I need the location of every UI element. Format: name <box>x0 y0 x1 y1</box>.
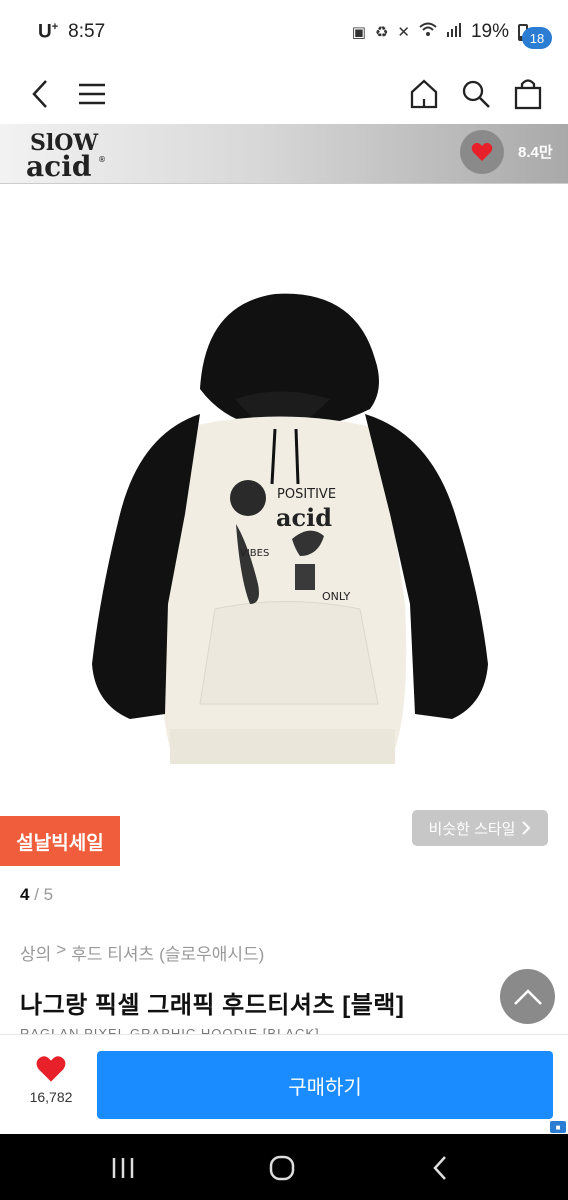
breadcrumb-separator: > <box>56 940 67 959</box>
print-text-acid: acid <box>276 503 332 532</box>
chevron-right-icon <box>522 821 531 835</box>
menu-button[interactable] <box>70 72 114 116</box>
breadcrumb-item-brand[interactable]: (슬로우애시드) <box>159 940 264 965</box>
brand-like-count: 8.4만 <box>518 144 553 161</box>
carrier-name: U <box>38 21 52 43</box>
product-image[interactable]: POSITIVE acid VIBES ONLY <box>0 184 568 864</box>
breadcrumb-item-top[interactable]: 상의 <box>20 940 51 965</box>
like-count: 16,782 <box>29 1089 73 1105</box>
brand-bar[interactable]: SlOW acid ® 8.4만 <box>0 124 568 184</box>
top-nav-bar <box>0 64 568 124</box>
print-text-only: ONLY <box>322 590 351 603</box>
hamburger-menu-icon <box>79 83 105 105</box>
chevron-left-icon <box>32 80 47 108</box>
scroll-to-top-button[interactable] <box>500 969 555 1024</box>
wifi-icon <box>419 22 437 42</box>
back-button[interactable] <box>18 72 62 116</box>
chevron-up-icon <box>513 988 542 1005</box>
signal-icon <box>446 22 462 42</box>
pager-separator: / <box>34 885 39 904</box>
carrier-sup: + <box>51 20 59 33</box>
info-badge-icon: ■ <box>550 1121 566 1133</box>
system-back-button[interactable] <box>420 1148 460 1188</box>
heart-icon <box>471 142 493 161</box>
recycle-icon: ♻ <box>374 24 389 41</box>
mute-icon: ✕ <box>397 24 410 41</box>
similar-style-label: 비슷한 스타일 <box>428 820 516 838</box>
print-text-positive: POSITIVE <box>277 487 336 502</box>
home-circle-icon <box>269 1155 295 1181</box>
print-text-vibes: VIBES <box>240 548 269 559</box>
product-title: 나그랑 픽셀 그래픽 후드티셔츠 [블랙] <box>20 992 405 1019</box>
recent-apps-icon <box>112 1158 134 1178</box>
search-button[interactable] <box>454 72 498 116</box>
notification-icon: ▣ <box>351 24 366 41</box>
recent-apps-button[interactable] <box>103 1148 143 1188</box>
bottom-action-bar: 16,782 구매하기 ■ <box>0 1034 568 1134</box>
shopping-bag-icon <box>514 79 542 110</box>
home-button[interactable] <box>402 72 446 116</box>
battery-percent: 19% <box>470 21 509 42</box>
status-icons: ▣ ♻ ✕ 19% <box>352 21 528 43</box>
buy-button[interactable]: 구매하기 <box>97 1051 553 1119</box>
svg-text:acid: acid <box>26 150 91 182</box>
cart-count-badge: 18 <box>522 27 552 49</box>
home-icon <box>410 79 438 109</box>
carrier-label: U+ <box>38 21 58 43</box>
search-icon <box>462 80 490 108</box>
svg-text:®: ® <box>98 155 106 164</box>
breadcrumb: 상의 > 후드 티셔츠 (슬로우애시드) <box>20 940 264 965</box>
sale-badge: 설날빅세일 <box>0 816 120 866</box>
back-arrow-icon <box>433 1156 446 1180</box>
heart-icon <box>36 1056 66 1082</box>
pager-total: 5 <box>43 885 54 904</box>
status-bar: U+ 8:57 ▣ ♻ ✕ 19% <box>0 0 568 64</box>
brand-logo[interactable]: SlOW acid ® <box>26 126 112 182</box>
status-left: U+ 8:57 <box>38 21 105 43</box>
pager-current: 4 <box>20 885 30 904</box>
similar-style-button[interactable]: 비슷한 스타일 <box>412 810 548 846</box>
hoodie-illustration: POSITIVE acid VIBES ONLY <box>92 293 488 764</box>
brand-like-button[interactable] <box>460 130 504 174</box>
like-button[interactable]: 16,782 <box>20 1055 82 1115</box>
clock: 8:57 <box>68 20 106 42</box>
cart-button[interactable] <box>506 72 550 116</box>
breadcrumb-item-hoodie[interactable]: 후드 티셔츠 <box>71 940 154 965</box>
image-pager: 4 / 5 <box>20 885 53 905</box>
system-nav-bar <box>0 1134 568 1200</box>
system-home-button[interactable] <box>262 1148 302 1188</box>
